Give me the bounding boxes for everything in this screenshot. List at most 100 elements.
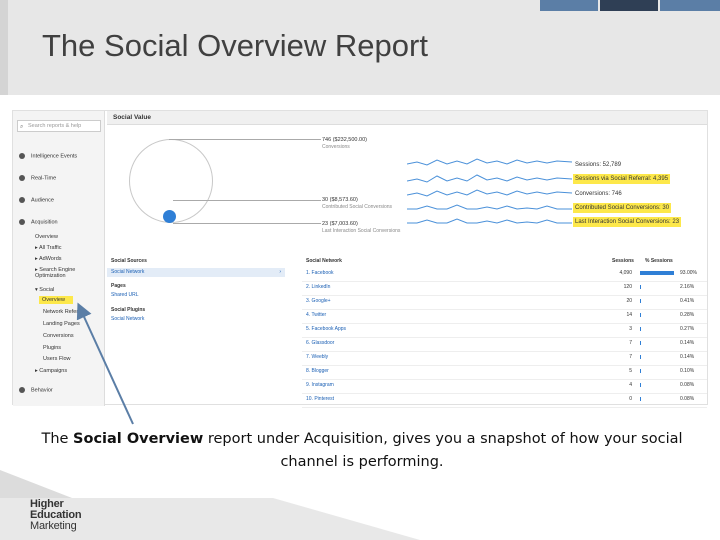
network-pct: 93.00% [680,270,697,276]
decor-block-3 [660,0,720,11]
sparkline-conversions [407,189,573,197]
behavior-icon [19,387,25,393]
source-group-pages: Pages [111,283,126,289]
bulb-icon [19,153,25,159]
network-row[interactable]: 8. Blogger 5 0.10% [302,366,707,380]
nav-social-overview[interactable]: Overview [39,296,73,304]
nav-adwords[interactable]: ▸ AdWords [35,256,62,262]
network-pct: 0.14% [680,354,695,360]
decor-block-1 [540,0,598,11]
nav-all-traffic[interactable]: ▸ All Traffic [35,245,62,251]
network-row[interactable]: 1. Facebook 4,090 93.00% [302,268,707,282]
nav-acquisition[interactable]: Acquisition [19,219,58,225]
clock-icon [19,175,25,181]
org-logo: Higher Education Marketing [30,498,82,532]
slide-title: The Social Overview Report [42,28,428,63]
connector-line-2 [173,223,321,224]
network-pct: 2.16% [680,284,695,290]
analytics-main: Social Value 746 ($232,500.00) Conversion… [107,111,707,408]
social-value-header: Social Value [107,111,707,125]
nav-conversions[interactable]: Conversions [43,333,74,339]
network-pct: 0.08% [680,382,695,388]
search-placeholder: Search reports & help [28,123,82,129]
nav-overview[interactable]: Overview [35,234,58,240]
network-sessions: 4,090 [619,270,632,276]
session-share-bar [640,299,641,303]
network-pct: 0.41% [680,298,695,304]
nav-plugins[interactable]: Plugins [43,345,61,351]
nav-real-time[interactable]: Real-Time [19,175,56,181]
network-row[interactable]: 7. Weebly 7 0.14% [302,352,707,366]
social-sources-header: Social Sources [111,258,147,264]
session-share-bar [640,383,641,387]
network-row[interactable]: 6. Glassdoor 7 0.14% [302,338,707,352]
network-sessions: 0 [629,396,632,402]
sparklines [407,158,573,224]
network-sessions: 120 [623,284,632,290]
metric-conversions: Conversions: 746 [575,191,622,197]
network-row[interactable]: 5. Facebook Apps 3 0.27% [302,324,707,338]
network-name[interactable]: 1. Facebook [306,268,334,278]
social-conversions-circle [163,210,176,223]
source-plugins-network[interactable]: Social Network [107,316,285,322]
value-conversions: 746 ($232,500.00) Conversions [322,137,367,150]
metric-sessions: Sessions: 52,789 [575,162,622,168]
session-share-bar [640,313,641,317]
network-sessions: 7 [629,340,632,346]
network-name[interactable]: 4. Twitter [306,310,326,320]
nav-users-flow[interactable]: Users Flow [43,356,71,362]
report-search-input[interactable]: ⌕ Search reports & help [17,120,101,132]
network-sessions: 5 [629,368,632,374]
value-last-interaction: 23 ($7,003.60) Last Interaction Social Co… [322,221,401,234]
network-name[interactable]: 5. Facebook Apps [306,324,346,334]
sessions-col-header: Sessions [612,258,634,264]
analytics-sidebar: ⌕ Search reports & help Intelligence Eve… [13,111,105,406]
network-sessions: 4 [629,382,632,388]
value-contributed: 30 ($8,573.60) Contributed Social Convers… [322,197,393,210]
network-sessions: 3 [629,326,632,332]
session-share-bar [640,327,641,331]
network-row[interactable]: 10. Pinterest 0 0.08% [302,394,707,408]
source-shared-url[interactable]: Shared URL [107,292,285,298]
network-row[interactable]: 2. LinkedIn 120 2.16% [302,282,707,296]
connector-line-0 [169,139,321,140]
title-band-rule [0,0,8,95]
nav-network-referrals[interactable]: Network Referrals [43,309,87,315]
network-pct: 0.27% [680,326,695,332]
source-social-network[interactable]: Social Network › [107,268,285,277]
source-group-plugins: Social Plugins [111,307,146,313]
network-name[interactable]: 3. Google+ [306,296,331,306]
network-row[interactable]: 4. Twitter 14 0.28% [302,310,707,324]
nav-social[interactable]: ▾ Social [35,287,54,293]
nav-landing-pages[interactable]: Landing Pages [43,321,80,327]
network-row[interactable]: 3. Google+ 20 0.41% [302,296,707,310]
network-name[interactable]: 10. Pinterest [306,394,334,404]
network-name[interactable]: 6. Glassdoor [306,338,334,348]
nav-intelligence-events[interactable]: Intelligence Events [19,153,77,159]
network-name[interactable]: 7. Weebly [306,352,328,362]
sparkline-last-interaction [407,218,572,224]
sparkline-social-sessions [407,174,573,183]
network-name[interactable]: 2. LinkedIn [306,282,330,292]
sparkline-sessions [407,158,573,166]
network-name[interactable]: 8. Blogger [306,366,329,376]
network-pct: 0.08% [680,396,695,402]
nav-audience[interactable]: Audience [19,197,54,203]
chevron-right-icon: › [279,269,281,275]
network-sessions: 14 [626,312,632,318]
people-icon [19,197,25,203]
nav-behavior[interactable]: Behavior [19,387,53,393]
session-share-bar [640,271,675,275]
network-col-header: Social Network [306,258,342,264]
network-sessions: 7 [629,354,632,360]
network-row[interactable]: 9. Instagram 4 0.08% [302,380,707,394]
network-name[interactable]: 9. Instagram [306,380,334,390]
session-share-bar [640,397,641,401]
connector-line-1 [173,200,321,201]
analytics-screenshot: ⌕ Search reports & help Intelligence Eve… [12,110,708,408]
network-pct: 0.14% [680,340,695,346]
nav-seo[interactable]: ▸ Search Engine Optimization [35,267,101,279]
network-pct: 0.28% [680,312,695,318]
nav-campaigns[interactable]: ▸ Campaigns [35,368,67,374]
session-share-bar [640,341,641,345]
